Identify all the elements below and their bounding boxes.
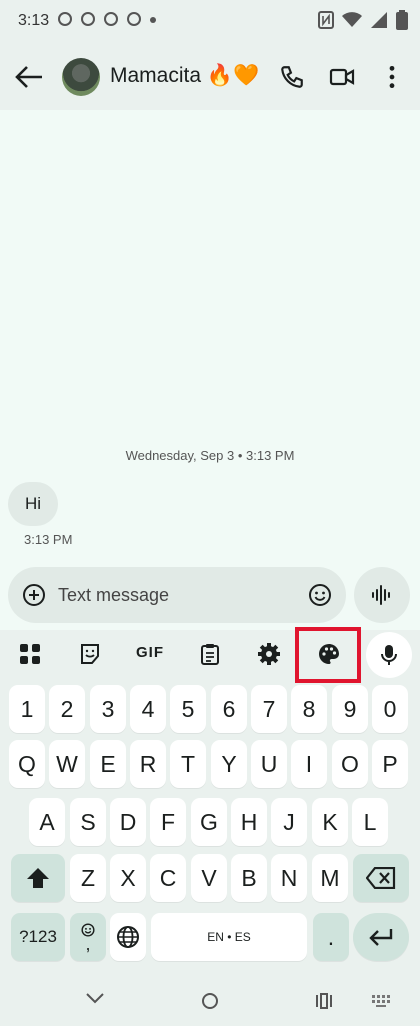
contact-name[interactable]: Mamacita 🔥🧡 [110,64,259,88]
shield-notification-icon [81,12,95,26]
key-g[interactable]: G [191,798,227,846]
add-attachment-icon[interactable] [22,583,46,607]
waveform-icon [372,585,390,605]
shift-arrow-icon [27,868,49,888]
key-1[interactable]: 1 [9,685,45,733]
key-i[interactable]: I [291,740,327,788]
status-bar: 3:13 [0,0,420,44]
clipboard-icon[interactable] [198,642,222,666]
key-w[interactable]: W [49,740,85,788]
key-c[interactable]: C [150,854,186,902]
battery-icon [396,10,408,30]
emoji-icon[interactable] [308,583,332,607]
key-7[interactable]: 7 [251,685,287,733]
motorola-notification-icon [127,12,141,26]
phone-notification-icon [104,12,118,26]
settings-gear-icon[interactable] [257,642,281,666]
key-b[interactable]: B [231,854,267,902]
contact-avatar[interactable] [62,58,100,96]
emoji-comma-key[interactable]: , [70,913,106,961]
notification-icons [58,12,156,26]
language-key[interactable] [110,913,146,961]
key-3[interactable]: 3 [90,685,126,733]
key-2[interactable]: 2 [49,685,85,733]
palette-highlight-box [295,627,361,683]
status-time: 3:13 [18,12,50,29]
key-t[interactable]: T [170,740,206,788]
nav-recents-icon[interactable] [315,993,333,1009]
message-list[interactable]: Wednesday, Sep 3 • 3:13 PM Hi 3:13 PM [0,110,420,566]
key-u[interactable]: U [251,740,287,788]
key-h[interactable]: H [231,798,267,846]
shift-key[interactable] [11,854,65,902]
phone-call-icon[interactable] [279,64,305,90]
nav-home-icon[interactable] [201,992,219,1010]
key-8[interactable]: 8 [291,685,327,733]
video-call-icon[interactable] [329,64,355,90]
signal-icon [371,12,387,28]
key-6[interactable]: 6 [211,685,247,733]
key-z[interactable]: Z [70,854,106,902]
more-notifications-dot-icon [150,17,156,23]
backspace-icon [366,867,396,889]
key-j[interactable]: J [271,798,307,846]
more-options-icon[interactable] [379,64,405,90]
gif-button[interactable]: GIF [136,644,164,661]
key-y[interactable]: Y [211,740,247,788]
voice-message-button[interactable] [354,567,410,623]
key-q[interactable]: Q [9,740,45,788]
microphone-icon [381,645,397,665]
key-k[interactable]: K [312,798,348,846]
text-message-input[interactable]: Text message [58,585,169,606]
key-f[interactable]: F [150,798,186,846]
globe-icon [117,926,139,948]
message-bubble[interactable]: Hi [8,482,58,526]
key-4[interactable]: 4 [130,685,166,733]
settings-notification-icon [58,12,72,26]
key-l[interactable]: L [352,798,388,846]
message-composer[interactable]: Text message [8,567,346,623]
key-o[interactable]: O [332,740,368,788]
voice-typing-button[interactable] [366,632,412,678]
key-m[interactable]: M [312,854,348,902]
period-key[interactable]: . [313,913,349,961]
nav-back-chevron-icon[interactable] [86,993,104,1005]
enter-arrow-icon [369,929,393,946]
key-p[interactable]: P [372,740,408,788]
key-r[interactable]: R [130,740,166,788]
backspace-key[interactable] [353,854,409,902]
symbols-key[interactable]: ?123 [11,913,65,961]
date-divider: Wednesday, Sep 3 • 3:13 PM [125,448,295,463]
keyboard-switcher-icon[interactable] [372,995,392,1007]
key-a[interactable]: A [29,798,65,846]
key-n[interactable]: N [271,854,307,902]
key-e[interactable]: E [90,740,126,788]
space-bar[interactable]: EN • ES [151,913,307,961]
nfc-icon [318,11,334,29]
system-navigation-bar [0,966,420,1026]
system-icons [318,10,408,30]
message-timestamp: 3:13 PM [24,532,73,547]
key-d[interactable]: D [110,798,146,846]
key-0[interactable]: 0 [372,685,408,733]
conversation-header: Mamacita 🔥🧡 [0,44,420,110]
comma-label: , [85,934,91,954]
key-v[interactable]: V [191,854,227,902]
key-9[interactable]: 9 [332,685,368,733]
sticker-icon[interactable] [78,642,102,666]
apps-grid-icon[interactable] [18,642,42,666]
wifi-icon [342,12,362,27]
enter-key[interactable] [353,913,409,961]
key-5[interactable]: 5 [170,685,206,733]
key-s[interactable]: S [70,798,106,846]
key-x[interactable]: X [110,854,146,902]
back-arrow-icon[interactable] [14,64,44,90]
